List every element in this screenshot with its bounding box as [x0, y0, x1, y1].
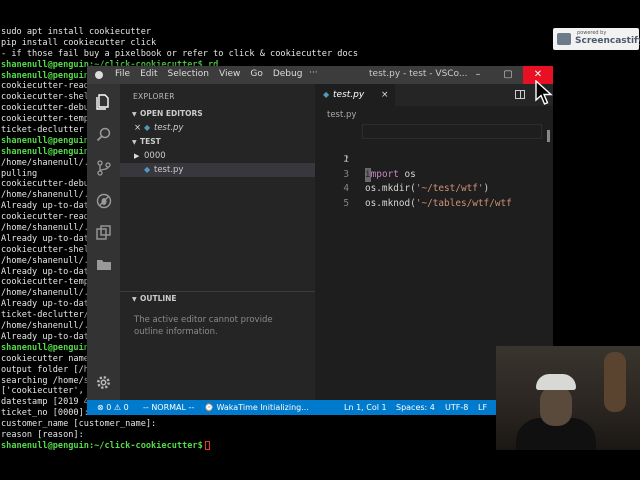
badge-brand: Screencastify — [575, 36, 640, 46]
screencastify-logo-icon — [557, 33, 571, 45]
outline-section[interactable]: ▼ OUTLINE — [120, 292, 315, 306]
debug-icon[interactable] — [95, 193, 112, 210]
source-control-icon[interactable] — [95, 160, 112, 177]
chevron-down-icon: ▼ — [132, 111, 137, 118]
menu-file[interactable]: File — [115, 69, 136, 79]
outline-message: The active editor cannot provide outline… — [134, 315, 273, 337]
code-editor[interactable]: 1 import os 2 3 os.mkdir('~/test/wtf') 4… — [315, 124, 553, 209]
mouse-pointer-icon — [535, 80, 553, 105]
code-line[interactable]: 3 os.mkdir('~/test/wtf') — [315, 153, 553, 195]
maximize-button[interactable]: ▢ — [493, 66, 523, 84]
menu-debug[interactable]: Debug — [273, 69, 309, 79]
tab-close-icon[interactable]: × — [381, 84, 389, 106]
menu-selection[interactable]: Selection — [168, 69, 215, 79]
menu-go[interactable]: Go — [250, 69, 268, 79]
python-file-icon: ◆ — [144, 165, 151, 174]
vscode-app-icon — [95, 71, 103, 79]
files-icon[interactable] — [95, 94, 112, 111]
chevron-right-icon: ▶ — [134, 152, 140, 160]
code-line[interactable]: 5 — [315, 182, 553, 209]
problems-indicator[interactable]: ⊗ 0 ⚠ 0 — [97, 400, 129, 415]
python-file-icon: ◆ — [323, 90, 330, 99]
terminal-line: sudo apt install cookiecutter — [1, 27, 152, 37]
tab-test-py[interactable]: ◆ test.py × — [315, 84, 395, 106]
explorer-header: EXPLORER — [133, 92, 175, 101]
editor-scrollbar[interactable] — [547, 130, 550, 142]
folder-icon[interactable] — [95, 258, 112, 275]
extensions-icon[interactable] — [95, 225, 112, 242]
cursor-position[interactable]: Ln 1, Col 1 — [344, 400, 387, 415]
encoding[interactable]: UTF-8 — [445, 400, 468, 415]
indentation[interactable]: Spaces: 4 — [396, 400, 435, 415]
explorer-sidebar: EXPLORER ▼ OPEN EDITORS × ◆ test.py ▼ TEST ▶… — [120, 84, 315, 400]
code-line[interactable]: 1 import os — [315, 124, 553, 182]
terminal-line: - if those fail buy a pixelbook or refer… — [1, 48, 358, 59]
minimize-button[interactable]: – — [463, 66, 493, 84]
end-of-line[interactable]: LF — [478, 400, 487, 415]
split-editor-icon[interactable] — [515, 90, 525, 99]
gear-icon[interactable] — [95, 375, 112, 392]
vim-mode-indicator: -- NORMAL -- — [143, 403, 195, 412]
screencastify-badge: powered by Screencastify — [553, 28, 640, 50]
menu-bar: File Edit Selection View Go Debug — [115, 69, 312, 79]
chevron-down-icon: ▼ — [132, 139, 137, 146]
terminal-line: pip install cookiecutter click — [1, 37, 157, 48]
code-text: os.mknod( — [365, 197, 416, 209]
code-line[interactable]: 2 — [315, 139, 553, 165]
breadcrumb[interactable]: test.py — [327, 110, 356, 120]
python-file-icon: ◆ — [144, 123, 151, 132]
menu-view[interactable]: View — [219, 69, 246, 79]
tree-item-folder[interactable]: ▶ 0000 — [120, 149, 315, 163]
code-line[interactable]: 4 os.mknod('~/tables/wtf/wtf — [315, 168, 553, 209]
tree-item-file[interactable]: ◆ test.py — [120, 163, 315, 177]
wakatime-status[interactable]: ⌚ WakaTime Initializing... — [204, 400, 309, 415]
folder-section-test[interactable]: ▼ TEST — [120, 135, 315, 149]
open-editor-item[interactable]: × ◆ test.py — [120, 121, 315, 135]
open-editors-section[interactable]: ▼ OPEN EDITORS — [120, 107, 315, 121]
status-bar: ⊗ 0 ⚠ 0 -- NORMAL -- ⌚ WakaTime Initiali… — [87, 400, 553, 415]
code-string: '~/tables/wtf/wtf — [415, 197, 512, 209]
webcam-overlay — [496, 346, 640, 450]
menu-edit[interactable]: Edit — [140, 69, 163, 79]
activity-bar — [87, 84, 120, 400]
vscode-window[interactable]: File Edit Selection View Go Debug ··· te… — [87, 66, 553, 415]
menu-more-button[interactable]: ··· — [309, 68, 318, 78]
tab-bar: ◆ test.py × — [315, 84, 553, 106]
close-icon[interactable]: × — [134, 121, 144, 135]
window-title: test.py - test - VSCo... — [369, 69, 468, 79]
line-number: 5 — [343, 197, 349, 209]
title-bar[interactable]: File Edit Selection View Go Debug ··· te… — [87, 66, 553, 84]
search-icon[interactable] — [95, 127, 112, 144]
terminal-cursor — [204, 440, 210, 450]
chevron-down-icon: ▼ — [132, 296, 137, 303]
